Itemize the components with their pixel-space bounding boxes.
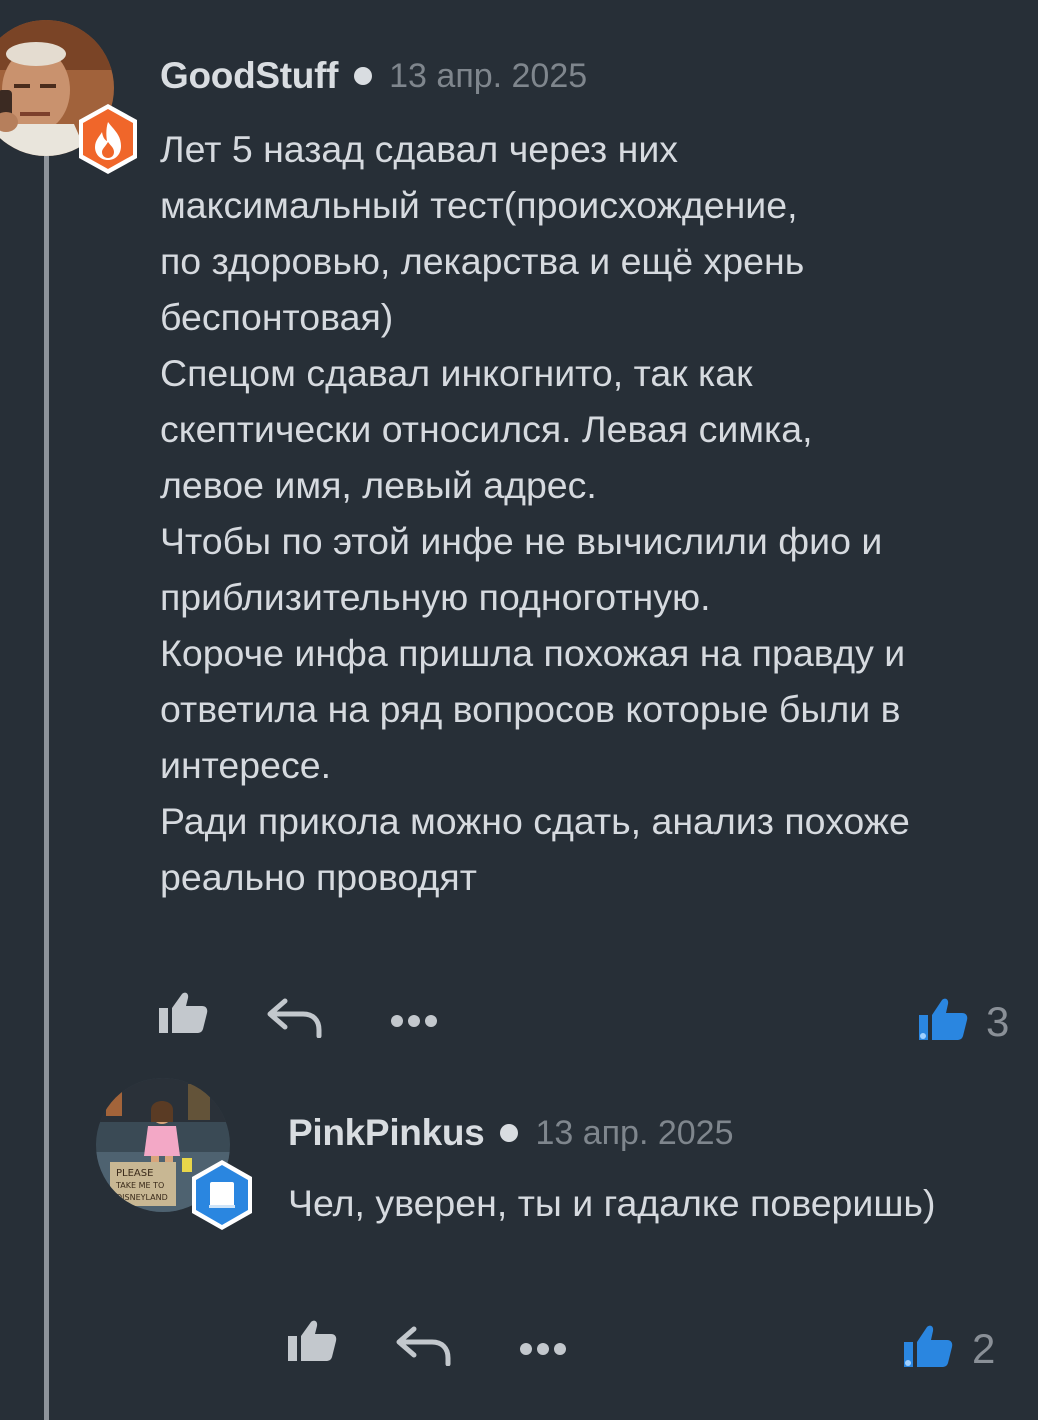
reply-arrow-icon	[267, 998, 322, 1038]
comment-text-line: Лет 5 назад сдавал через них	[160, 128, 679, 170]
comment-header: GoodStuff 13 апр. 2025	[160, 53, 587, 99]
thumbs-up-icon	[288, 1320, 337, 1361]
sign-text: TAKE ME TO	[115, 1181, 164, 1190]
like-button[interactable]	[158, 990, 208, 1034]
more-button[interactable]	[390, 1013, 438, 1029]
thumbs-up-icon	[159, 992, 208, 1033]
comment-header: PinkPinkus 13 апр. 2025	[288, 1110, 734, 1156]
comment-text-line: Ради прикола можно сдать, анализ похоже	[160, 800, 910, 842]
comment-text-line: реально проводят	[160, 856, 477, 898]
comment-date: 13 апр. 2025	[535, 1113, 734, 1152]
separator-dot	[500, 1124, 519, 1142]
comment-text-line: Спецом сдавал инкогнито, так как	[160, 352, 753, 394]
comment-text-line: максимальный тест(происхождение,	[160, 184, 798, 226]
username[interactable]: PinkPinkus	[288, 1112, 485, 1154]
comment-text-line: Чтобы по этой инфе не вычислили фио и	[160, 520, 883, 562]
comment-text-line: по здоровью, лекарства и ещё хрень	[160, 240, 805, 282]
separator-dot	[354, 67, 373, 85]
sign-text: DISNEYLAND	[116, 1193, 168, 1202]
sign-text: PLEASE	[116, 1168, 153, 1179]
comment-body: Чел, уверен, ты и гадалке поверишь)	[288, 1182, 936, 1224]
more-button[interactable]	[519, 1341, 567, 1357]
rating-button[interactable]	[903, 1322, 953, 1368]
rating-value: 2	[972, 1325, 996, 1372]
more-dots-icon	[520, 1343, 566, 1355]
reply-button[interactable]	[396, 1326, 452, 1366]
rating-button[interactable]	[918, 995, 968, 1041]
comment-body: Лет 5 назад сдавал через них максимальны…	[160, 121, 1030, 905]
thumbs-up-filled-icon	[919, 998, 968, 1040]
comment-text-line: ответила на ряд вопросов которые были в	[160, 688, 901, 730]
thumbs-up-filled-icon	[904, 1325, 953, 1367]
comment-text-line: левое имя, левый адрес.	[160, 464, 597, 506]
comment-text-line: беспонтовая)	[160, 296, 394, 338]
book-icon	[189, 1158, 255, 1232]
like-button[interactable]	[287, 1318, 337, 1362]
username[interactable]: GoodStuff	[160, 55, 338, 97]
comment-text-line: Короче инфа пришла похожая на правду и	[160, 632, 906, 674]
thread-line[interactable]	[44, 130, 49, 1420]
reply-arrow-icon	[396, 1326, 451, 1366]
comment-date: 13 апр. 2025	[389, 56, 588, 95]
flame-icon	[76, 102, 140, 176]
comment-text-line: интересе.	[160, 744, 332, 786]
comment-text-line: скептически относился. Левая симка,	[160, 408, 813, 450]
reply-button[interactable]	[267, 998, 323, 1038]
comment-text-line: приблизительную подноготную.	[160, 576, 711, 618]
rating-value: 3	[986, 998, 1010, 1045]
more-dots-icon	[391, 1015, 437, 1027]
